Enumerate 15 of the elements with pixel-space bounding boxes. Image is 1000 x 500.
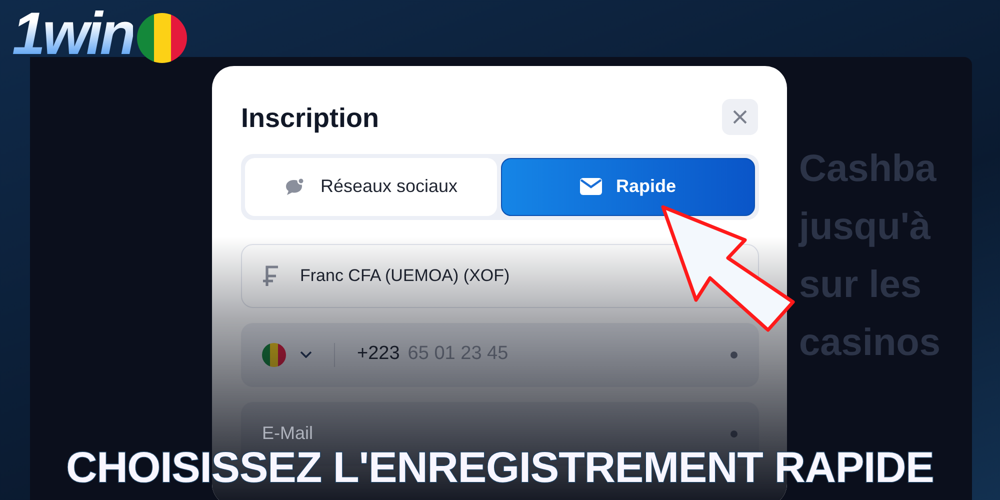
chat-bubble-icon (284, 176, 306, 196)
email-input[interactable]: E-Mail (262, 420, 730, 447)
tab[interactable]: Rapide (501, 158, 755, 216)
flag-icon (137, 13, 188, 63)
required-dot-icon (730, 350, 738, 358)
modal-title: Inscription (241, 102, 380, 135)
flag-icon (262, 342, 286, 366)
chevron-down-icon (300, 351, 312, 358)
envelope-icon (580, 178, 602, 195)
country-code: +223 (357, 342, 400, 366)
close-button[interactable] (722, 99, 758, 136)
tab[interactable]: Réseaux sociaux (245, 158, 497, 216)
required-dot-icon (730, 430, 738, 438)
franc-sign-icon (262, 264, 280, 288)
close-icon (733, 110, 747, 124)
